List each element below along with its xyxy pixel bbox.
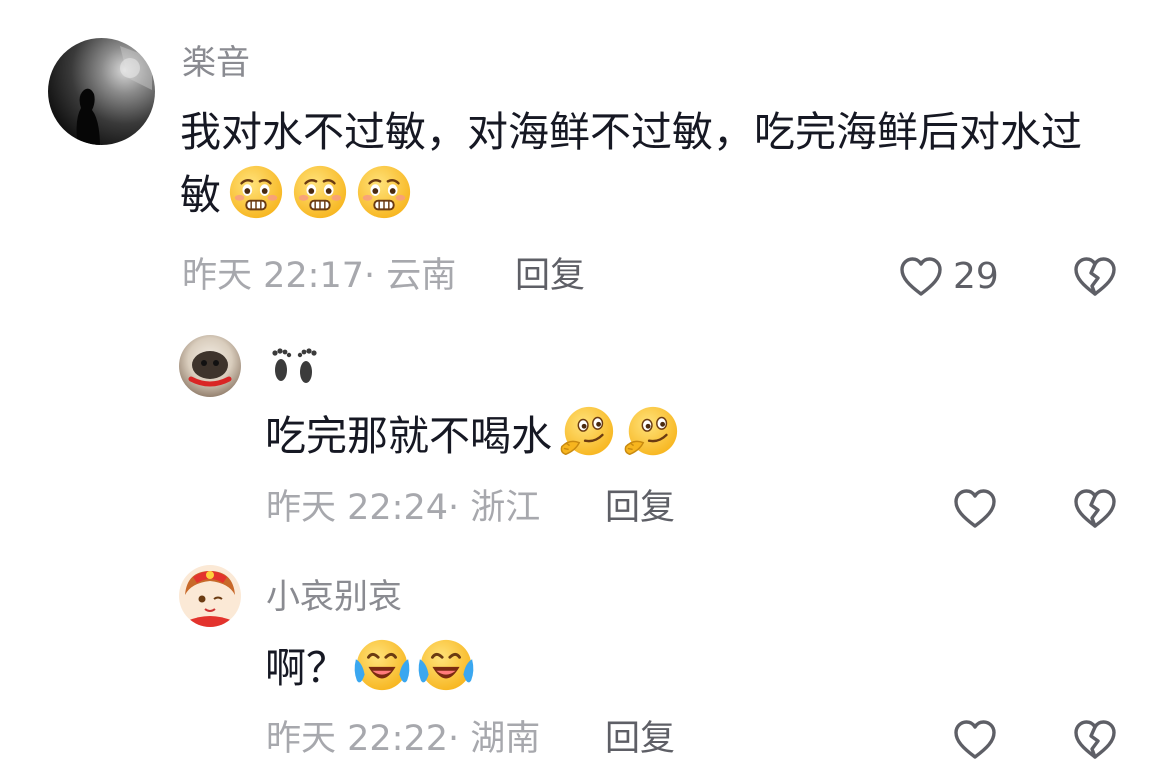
heart-icon <box>951 716 999 764</box>
comment-text: 我对水不过敏，对海鲜不过敏，吃完海鲜后对水过敏 <box>180 101 1120 227</box>
like-count: 29 <box>953 256 999 297</box>
broken-heart-icon[interactable] <box>1071 253 1119 301</box>
comment-meta: 昨天 22:22· 湖南 <box>266 722 540 757</box>
comment-meta: 昨天 22:24· 浙江 <box>266 491 540 526</box>
broken-heart-icon[interactable] <box>1071 716 1119 764</box>
avatar[interactable] <box>179 565 241 627</box>
like-button[interactable] <box>951 485 999 533</box>
nervous-face-emoji <box>355 163 413 221</box>
comment-body: 啊？ <box>265 644 347 692</box>
crying-laughing-emoji <box>353 636 411 694</box>
location: 云南 <box>386 256 457 296</box>
reply-button[interactable]: 回复 <box>515 259 585 294</box>
comment-text: 吃完那就不喝水 <box>265 404 1125 467</box>
footprints-icon[interactable] <box>266 340 322 390</box>
nervous-face-emoji <box>291 163 349 221</box>
timestamp: 昨天 22:17 <box>182 256 364 296</box>
like-button[interactable]: 29 <box>897 253 999 301</box>
thinking-face-emoji <box>622 404 680 462</box>
reply-button[interactable]: 回复 <box>605 722 675 757</box>
reply-button[interactable]: 回复 <box>605 491 675 526</box>
location: 湖南 <box>470 719 541 759</box>
avatar[interactable] <box>48 38 155 145</box>
separator-dot: · <box>364 256 387 296</box>
like-button[interactable] <box>951 716 999 764</box>
heart-icon <box>951 485 999 533</box>
username[interactable]: 楽音 <box>182 46 250 80</box>
username[interactable]: 小哀别哀 <box>266 580 402 614</box>
comment-body: 吃完那就不喝水 <box>265 412 552 460</box>
separator-dot: · <box>448 719 471 759</box>
broken-heart-icon[interactable] <box>1071 485 1119 533</box>
comment-text: 啊？ <box>265 636 1125 699</box>
avatar[interactable] <box>179 335 241 397</box>
heart-icon <box>897 253 945 301</box>
separator-dot: · <box>448 488 471 528</box>
timestamp: 昨天 22:24 <box>266 488 448 528</box>
timestamp: 昨天 22:22 <box>266 719 448 759</box>
nervous-face-emoji <box>227 163 285 221</box>
comment-meta: 昨天 22:17· 云南 <box>182 259 456 294</box>
thinking-face-emoji <box>558 404 616 462</box>
location: 浙江 <box>470 488 541 528</box>
crying-laughing-emoji <box>417 636 475 694</box>
